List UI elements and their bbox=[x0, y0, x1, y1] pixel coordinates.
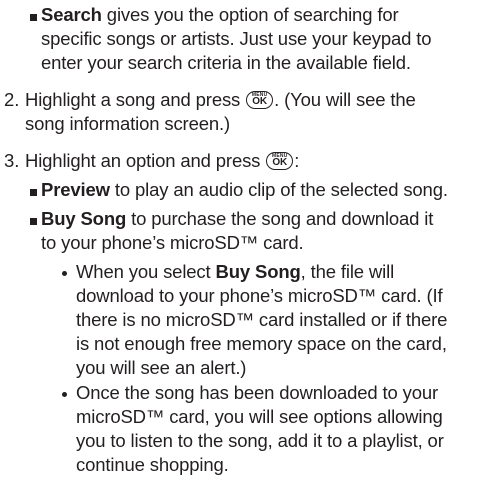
step-2-line-1a: Highlight a song and press bbox=[25, 89, 246, 110]
menu-ok-key-icon: MENU OK bbox=[266, 152, 294, 170]
search-line-2: specific songs or artists. Just use your… bbox=[41, 28, 432, 49]
sub-1-line-1a: When you select bbox=[76, 261, 216, 282]
preview-term: Preview bbox=[41, 179, 110, 200]
sub-1-line-1b: , the file will bbox=[300, 261, 395, 282]
sub-2-line-3: you to listen to the song, add it to a p… bbox=[76, 430, 444, 451]
preview-item: Preview to play an audio clip of the sel… bbox=[41, 178, 448, 202]
sub-2-line-4: continue shopping. bbox=[76, 454, 229, 475]
search-term: Search bbox=[41, 4, 102, 25]
search-item: Search gives you the option of searching… bbox=[41, 3, 432, 75]
round-bullet-icon bbox=[62, 271, 67, 276]
step-3-line-b: : bbox=[294, 150, 300, 171]
square-bullet-icon bbox=[30, 14, 37, 21]
step-3-line-a: Highlight an option and press bbox=[25, 150, 266, 171]
step-3-text: Highlight an option and press MENU OK: bbox=[25, 149, 299, 173]
sub-1-line-3: there is no microSD™ card installed or i… bbox=[76, 309, 448, 330]
sub-1-bold: Buy Song bbox=[215, 261, 301, 282]
manual-page: Search gives you the option of searching… bbox=[0, 0, 491, 484]
square-bullet-icon bbox=[30, 189, 37, 196]
step-2-text: Highlight a song and press MENU OK. (You … bbox=[25, 88, 416, 136]
key-bottom-label: OK bbox=[252, 96, 267, 107]
step-2-number: 2. bbox=[4, 89, 20, 110]
square-bullet-icon bbox=[30, 218, 37, 225]
menu-ok-key-icon: MENU OK bbox=[246, 91, 274, 109]
sub-item-1: When you select Buy Song, the file will … bbox=[76, 260, 447, 380]
buy-song-line-2: to your phone’s microSD™ card. bbox=[41, 232, 304, 253]
sub-1-line-4: is not enough free memory space on the c… bbox=[76, 333, 447, 354]
search-line-1: gives you the option of searching for bbox=[101, 4, 399, 25]
key-bottom-label: OK bbox=[272, 157, 288, 168]
sub-2-line-1: Once the song has been downloaded to you… bbox=[76, 382, 439, 403]
step-3-number: 3. bbox=[4, 150, 20, 171]
sub-1-line-5: you will see an alert.) bbox=[76, 357, 247, 378]
sub-item-2: Once the song has been downloaded to you… bbox=[76, 381, 444, 477]
preview-text: to play an audio clip of the selected so… bbox=[109, 179, 448, 200]
search-line-3: enter your search criteria in the availa… bbox=[41, 52, 411, 73]
step-2-line-1b: . (You will see the bbox=[274, 89, 416, 110]
sub-2-line-2: microSD™ card, you will see options allo… bbox=[76, 406, 443, 427]
sub-1-line-2: download to your phone’s microSD™ card. … bbox=[76, 285, 443, 306]
buy-song-term: Buy Song bbox=[41, 208, 127, 229]
step-2-line-2: song information screen.) bbox=[25, 113, 230, 134]
round-bullet-icon bbox=[62, 392, 67, 397]
buy-song-line-1: to purchase the song and download it bbox=[126, 208, 434, 229]
buy-song-item: Buy Song to purchase the song and downlo… bbox=[41, 207, 433, 255]
